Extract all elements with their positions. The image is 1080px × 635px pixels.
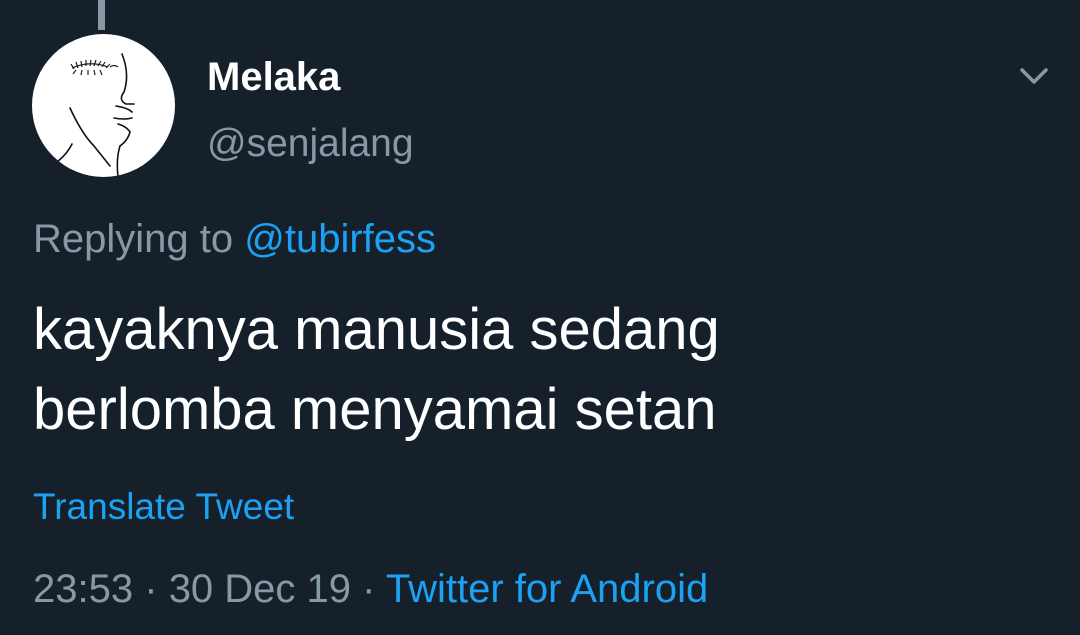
translate-tweet-link[interactable]: Translate Tweet — [33, 486, 294, 528]
replying-to-label: Replying to — [33, 217, 234, 261]
line-art-face-avatar-icon — [53, 53, 135, 177]
tweet-time: 23:53 — [33, 567, 134, 611]
tweet-date: 30 Dec 19 — [168, 567, 352, 611]
avatar[interactable] — [32, 34, 175, 177]
tweet-menu-button[interactable] — [1014, 60, 1054, 94]
reply-mention-link[interactable]: @tubirfess — [244, 217, 436, 261]
replying-to: Replying to @tubirfess — [33, 216, 436, 262]
tweet-source-link[interactable]: Twitter for Android — [386, 567, 708, 611]
tweet-metadata: 23:53 · 30 Dec 19 · Twitter for Android — [33, 566, 708, 612]
meta-separator: · — [362, 567, 376, 611]
author-handle[interactable]: @senjalang — [207, 122, 414, 166]
tweet-text: kayaknya manusia sedang berlomba menyama… — [33, 290, 1053, 450]
tweet-text-line: berlomba menyamai setan — [33, 377, 717, 442]
tweet-text-line: kayaknya manusia sedang — [33, 297, 720, 362]
thread-connector-line — [98, 0, 105, 30]
meta-separator: · — [144, 567, 158, 611]
chevron-down-icon — [1020, 68, 1048, 84]
tweet-detail: Melaka @senjalang Replying to @tubirfess… — [0, 0, 1080, 635]
author-display-name[interactable]: Melaka — [207, 55, 340, 99]
